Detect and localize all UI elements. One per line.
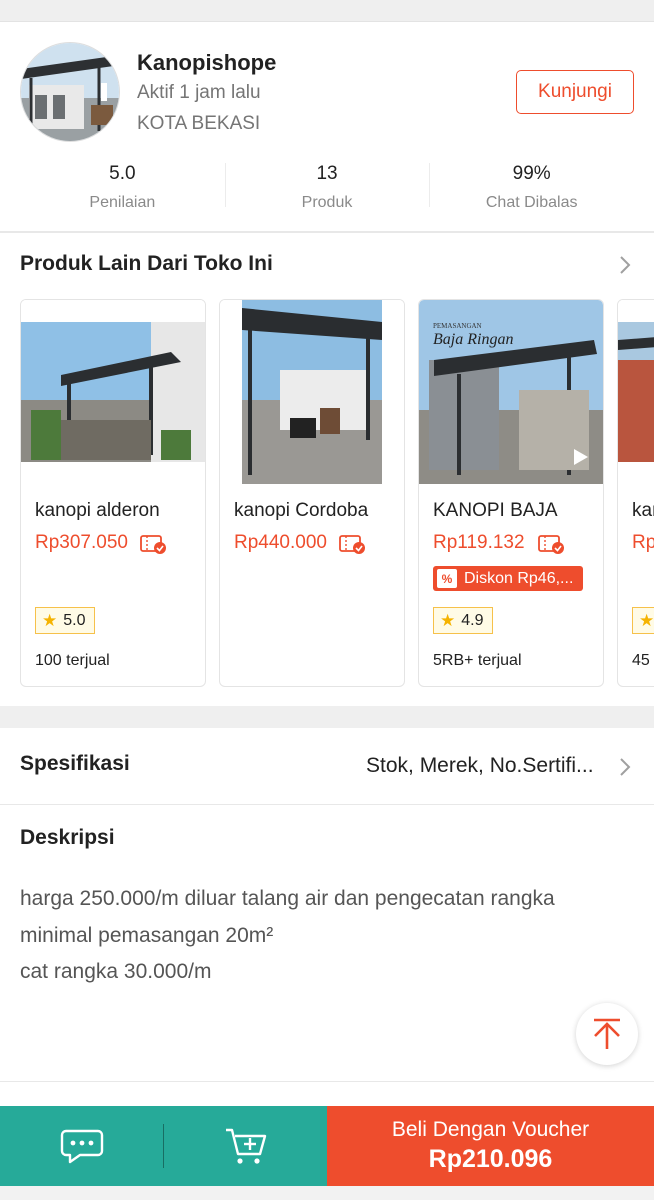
chat-button[interactable] (0, 1106, 163, 1186)
shop-active-status: Aktif 1 jam lalu (137, 82, 261, 103)
chat-icon (60, 1129, 103, 1164)
stat-value: 5.0 (109, 163, 136, 184)
product-card[interactable]: PEMASANGAN Baja Ringan KANOPI BAJA Rp119… (418, 299, 604, 687)
other-products-title[interactable]: Produk Lain Dari Toko Ini (20, 252, 273, 276)
voucher-check-icon (339, 535, 365, 554)
top-separator (0, 0, 654, 22)
stat-label: Chat Dibalas (485, 194, 578, 211)
visit-shop-button[interactable]: Kunjungi (516, 70, 634, 114)
buy-button-price: Rp210.096 (428, 1145, 553, 1173)
section-divider (0, 231, 654, 233)
product-price: Rp119.132 (433, 532, 525, 553)
stat-rating: 5.0 Penilaian (20, 157, 225, 217)
product-price: Rp440.000 (234, 532, 327, 553)
section-separator (0, 706, 654, 728)
product-card[interactable]: kan Rp ★ 45 (617, 299, 654, 687)
product-card[interactable]: kanopi Cordoba Rp440.000 (219, 299, 405, 687)
add-to-cart-icon (225, 1128, 266, 1164)
buy-with-voucher-button[interactable]: Beli Dengan Voucher Rp210.096 (327, 1106, 654, 1186)
product-card[interactable]: kanopi alderon Rp307.050 ★ 5.0 100 terju… (20, 299, 206, 687)
system-nav-strip (0, 1186, 654, 1200)
product-name: KANOPI BAJA (433, 500, 558, 521)
specifications-summary[interactable]: Stok, Merek, No.Sertifi... (366, 754, 611, 778)
discount-label: Diskon Rp46,... (464, 569, 574, 587)
product-image (618, 300, 654, 484)
product-image (220, 300, 404, 484)
other-products-carousel[interactable]: kanopi alderon Rp307.050 ★ 5.0 100 terju… (20, 299, 654, 689)
stat-value: 99% (512, 163, 551, 184)
shop-avatar-image (21, 43, 119, 141)
rating-value: 4.9 (461, 611, 484, 629)
star-icon: ★ (639, 610, 654, 630)
product-price: Rp307.050 (35, 532, 128, 553)
chevron-right-icon[interactable] (614, 252, 636, 278)
buy-button-label: Beli Dengan Voucher (391, 1118, 590, 1141)
specifications-title[interactable]: Spesifikasi (20, 752, 130, 776)
voucher-check-icon (140, 535, 166, 554)
add-to-cart-button[interactable] (164, 1106, 327, 1186)
shop-name[interactable]: Kanopishope (137, 50, 276, 76)
scroll-to-top-icon (594, 1018, 620, 1049)
product-name: kan (632, 500, 654, 521)
stat-value: 13 (316, 163, 338, 184)
star-icon: ★ (440, 610, 456, 630)
star-icon: ★ (42, 610, 58, 630)
product-sold-count: 100 terjual (35, 652, 110, 669)
shop-avatar[interactable] (20, 42, 120, 142)
shop-stats: 5.0 Penilaian 13 Produk 99% Chat Dibalas (20, 157, 634, 217)
chevron-right-icon[interactable] (614, 754, 636, 780)
scroll-to-top-button[interactable] (576, 1003, 638, 1065)
stat-chat-response: 99% Chat Dibalas (429, 157, 634, 217)
shop-header: Kanopishope Aktif 1 jam lalu KOTA BEKASI… (0, 22, 654, 232)
image-caption-small: PEMASANGAN (433, 322, 482, 330)
voucher-check-icon (538, 535, 564, 554)
product-name: kanopi Cordoba (234, 500, 369, 521)
product-name: kanopi alderon (35, 500, 160, 521)
product-sold-count: 5RB+ terjual (433, 652, 522, 669)
stat-label: Produk (301, 194, 353, 211)
section-divider (0, 804, 654, 805)
discount-icon: % (437, 569, 457, 588)
rating-value: 5.0 (63, 611, 86, 629)
stat-label: Penilaian (89, 194, 156, 211)
description-line: minimal pemasangan 20m² (20, 924, 274, 947)
discount-badge: % Diskon Rp46,... (433, 566, 583, 591)
bottom-action-bar: Beli Dengan Voucher Rp210.096 (0, 1106, 654, 1186)
product-image (21, 300, 205, 484)
description-line: harga 250.000/m diluar talang air dan pe… (20, 887, 555, 910)
section-divider (0, 1081, 654, 1082)
image-caption: Baja Ringan (433, 331, 513, 348)
product-rating: ★ 5.0 (35, 607, 95, 634)
product-rating: ★ 4.9 (433, 607, 493, 634)
stat-products: 13 Produk (224, 157, 430, 217)
description-line: cat rangka 30.000/m (20, 960, 212, 983)
description-title: Deskripsi (20, 826, 115, 849)
product-sold-count: 45 (632, 652, 650, 669)
product-price: Rp (632, 532, 654, 553)
product-rating: ★ (632, 607, 654, 634)
shop-location: KOTA BEKASI (137, 113, 261, 134)
play-icon (574, 449, 588, 465)
